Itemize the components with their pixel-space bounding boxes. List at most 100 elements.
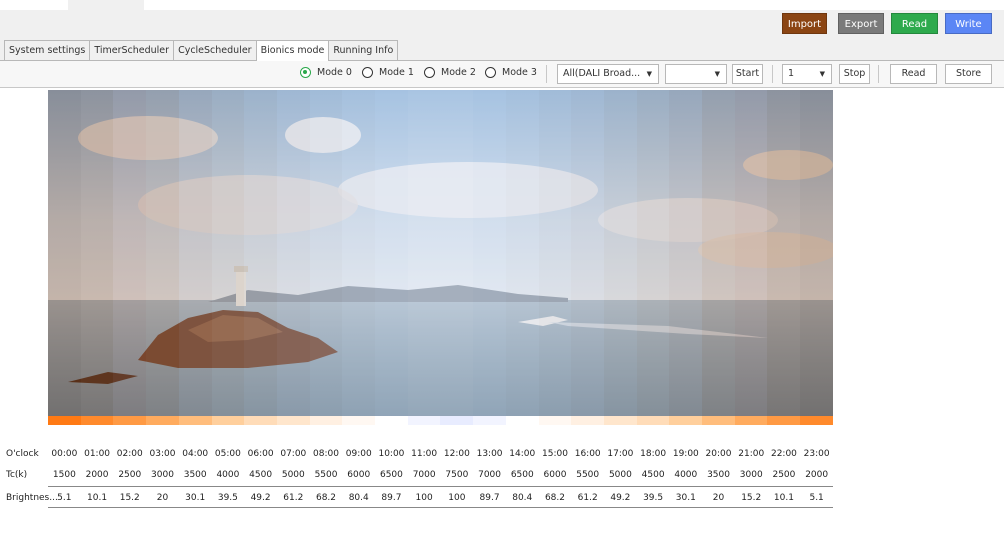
- mode-2-radio[interactable]: Mode 2: [424, 67, 476, 78]
- brightness-cell[interactable]: 100: [442, 493, 472, 503]
- brightness-cell[interactable]: 15.2: [115, 493, 145, 503]
- brightness-cell[interactable]: 100: [409, 493, 439, 503]
- hour-cell[interactable]: 07:00: [278, 449, 308, 459]
- tab-cyclescheduler[interactable]: CycleScheduler: [173, 40, 257, 60]
- import-button[interactable]: Import: [782, 13, 827, 34]
- tc-cell[interactable]: 3000: [736, 470, 766, 480]
- hour-cell[interactable]: 16:00: [573, 449, 603, 459]
- tc-cell[interactable]: 2000: [802, 470, 832, 480]
- tc-cell[interactable]: 5000: [605, 470, 635, 480]
- brightness-cell[interactable]: 89.7: [376, 493, 406, 503]
- count-select[interactable]: 1 ▼: [782, 64, 832, 84]
- hour-cell[interactable]: 23:00: [802, 449, 832, 459]
- hour-cell[interactable]: 00:00: [49, 449, 79, 459]
- brightness-cell[interactable]: 39.5: [213, 493, 243, 503]
- tc-cell[interactable]: 2500: [115, 470, 145, 480]
- brightness-cell[interactable]: 39.5: [638, 493, 668, 503]
- hour-color-swatch: [702, 416, 735, 425]
- tc-cell[interactable]: 6500: [507, 470, 537, 480]
- tc-cell[interactable]: 6000: [540, 470, 570, 480]
- tab-bionics-mode[interactable]: Bionics mode: [255, 40, 330, 61]
- hour-cell[interactable]: 15:00: [540, 449, 570, 459]
- mode-1-radio[interactable]: Mode 1: [362, 67, 414, 78]
- brightness-cell[interactable]: 80.4: [344, 493, 374, 503]
- read-button[interactable]: Read: [891, 13, 938, 34]
- tc-cell[interactable]: 7000: [475, 470, 505, 480]
- hour-cell[interactable]: 03:00: [147, 449, 177, 459]
- group-select[interactable]: ▼: [665, 64, 727, 84]
- hour-cell[interactable]: 13:00: [475, 449, 505, 459]
- brightness-cell[interactable]: 10.1: [82, 493, 112, 503]
- tc-cell[interactable]: 2500: [769, 470, 799, 480]
- tc-cell[interactable]: 7000: [409, 470, 439, 480]
- hour-cell[interactable]: 04:00: [180, 449, 210, 459]
- hour-cell[interactable]: 22:00: [769, 449, 799, 459]
- store-button[interactable]: Store: [945, 64, 992, 84]
- brightness-cell[interactable]: 49.2: [246, 493, 276, 503]
- brightness-cell[interactable]: 80.4: [507, 493, 537, 503]
- tc-cell[interactable]: 4000: [671, 470, 701, 480]
- brightness-cell[interactable]: 68.2: [540, 493, 570, 503]
- mode-2-label: Mode 2: [441, 67, 476, 78]
- tc-cell[interactable]: 2000: [82, 470, 112, 480]
- brightness-cell[interactable]: 10.1: [769, 493, 799, 503]
- tc-cell[interactable]: 1500: [49, 470, 79, 480]
- brightness-cell[interactable]: 5.1: [802, 493, 832, 503]
- separator: [878, 65, 879, 83]
- mode-3-radio[interactable]: Mode 3: [485, 67, 537, 78]
- tc-cell[interactable]: 5500: [311, 470, 341, 480]
- start-button[interactable]: Start: [732, 64, 763, 84]
- hour-cell[interactable]: 10:00: [376, 449, 406, 459]
- brightness-cell[interactable]: 89.7: [475, 493, 505, 503]
- hour-cell[interactable]: 09:00: [344, 449, 374, 459]
- hour-cell[interactable]: 05:00: [213, 449, 243, 459]
- brightness-cell[interactable]: 61.2: [278, 493, 308, 503]
- brightness-cell[interactable]: 20: [147, 493, 177, 503]
- tc-cell[interactable]: 5000: [278, 470, 308, 480]
- count-select-value: 1: [788, 68, 795, 79]
- tab-running-info[interactable]: Running Info: [328, 40, 399, 60]
- hour-cell[interactable]: 14:00: [507, 449, 537, 459]
- tc-cell[interactable]: 4500: [638, 470, 668, 480]
- tc-cell[interactable]: 4000: [213, 470, 243, 480]
- hour-cell[interactable]: 21:00: [736, 449, 766, 459]
- brightness-cell[interactable]: 49.2: [605, 493, 635, 503]
- hour-cell[interactable]: 12:00: [442, 449, 472, 459]
- tc-cell[interactable]: 3500: [180, 470, 210, 480]
- brightness-cell[interactable]: 30.1: [671, 493, 701, 503]
- hour-cell[interactable]: 18:00: [638, 449, 668, 459]
- brightness-cell[interactable]: 5.1: [49, 493, 79, 503]
- mode-0-radio[interactable]: Mode 0: [300, 67, 352, 78]
- hour-cell[interactable]: 02:00: [115, 449, 145, 459]
- read-data-button[interactable]: Read: [890, 64, 937, 84]
- hour-tint-strip: [538, 90, 572, 417]
- tc-cell[interactable]: 7500: [442, 470, 472, 480]
- hour-cell[interactable]: 17:00: [605, 449, 635, 459]
- tc-cell[interactable]: 4500: [246, 470, 276, 480]
- brightness-cell[interactable]: 15.2: [736, 493, 766, 503]
- tc-cell[interactable]: 5500: [573, 470, 603, 480]
- tc-cell[interactable]: 6500: [376, 470, 406, 480]
- tab-system-settings[interactable]: System settings: [4, 40, 91, 60]
- stop-button[interactable]: Stop: [839, 64, 870, 84]
- export-button[interactable]: Export: [838, 13, 884, 34]
- tab-timerscheduler[interactable]: TimerScheduler: [89, 40, 175, 60]
- hour-cell[interactable]: 06:00: [246, 449, 276, 459]
- tc-cell[interactable]: 3000: [147, 470, 177, 480]
- brightness-cell[interactable]: 61.2: [573, 493, 603, 503]
- hour-cell[interactable]: 01:00: [82, 449, 112, 459]
- address-select[interactable]: All(DALI Broad... ▼: [557, 64, 659, 84]
- hour-cell[interactable]: 11:00: [409, 449, 439, 459]
- brightness-cell[interactable]: 30.1: [180, 493, 210, 503]
- title-strip: [0, 0, 1004, 10]
- tc-cell[interactable]: 3500: [704, 470, 734, 480]
- hour-cell[interactable]: 20:00: [704, 449, 734, 459]
- hour-cell[interactable]: 19:00: [671, 449, 701, 459]
- hour-cell[interactable]: 08:00: [311, 449, 341, 459]
- brightness-cell[interactable]: 68.2: [311, 493, 341, 503]
- brightness-cell[interactable]: 20: [704, 493, 734, 503]
- tc-cell[interactable]: 6000: [344, 470, 374, 480]
- chevron-down-icon: ▼: [646, 70, 652, 78]
- row-divider: [48, 507, 833, 508]
- write-button[interactable]: Write: [945, 13, 992, 34]
